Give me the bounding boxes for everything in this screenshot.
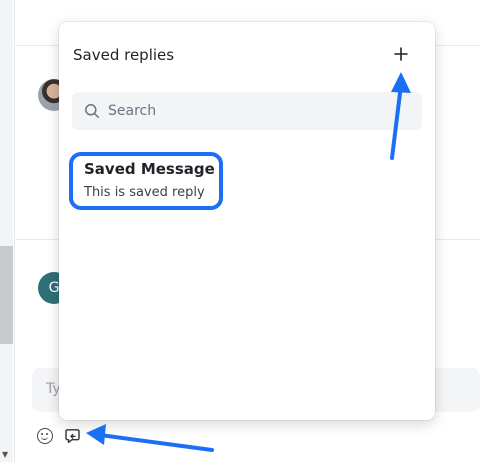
arrow-icon: [86, 424, 106, 445]
scroll-down-icon[interactable]: ▼: [2, 451, 8, 459]
saved-replies-icon[interactable]: [64, 428, 81, 444]
emoji-icon[interactable]: [37, 428, 53, 444]
saved-reply-text: This is saved reply: [84, 185, 205, 200]
arrow-icon: [98, 433, 214, 452]
search-input[interactable]: [108, 92, 408, 130]
popover-title: Saved replies: [73, 46, 175, 64]
scrollbar-thumb[interactable]: [0, 246, 13, 344]
saved-reply-item[interactable]: Saved Message This is saved reply: [71, 154, 221, 208]
add-reply-button[interactable]: [391, 44, 411, 64]
search-box[interactable]: [72, 92, 422, 130]
saved-replies-popover: Saved replies Saved Message This is save…: [59, 22, 435, 420]
search-icon: [85, 104, 100, 119]
panel-border: [14, 0, 15, 462]
scrollbar-track[interactable]: [0, 0, 13, 462]
saved-reply-title: Saved Message: [84, 160, 215, 178]
plus-icon: [394, 47, 408, 61]
